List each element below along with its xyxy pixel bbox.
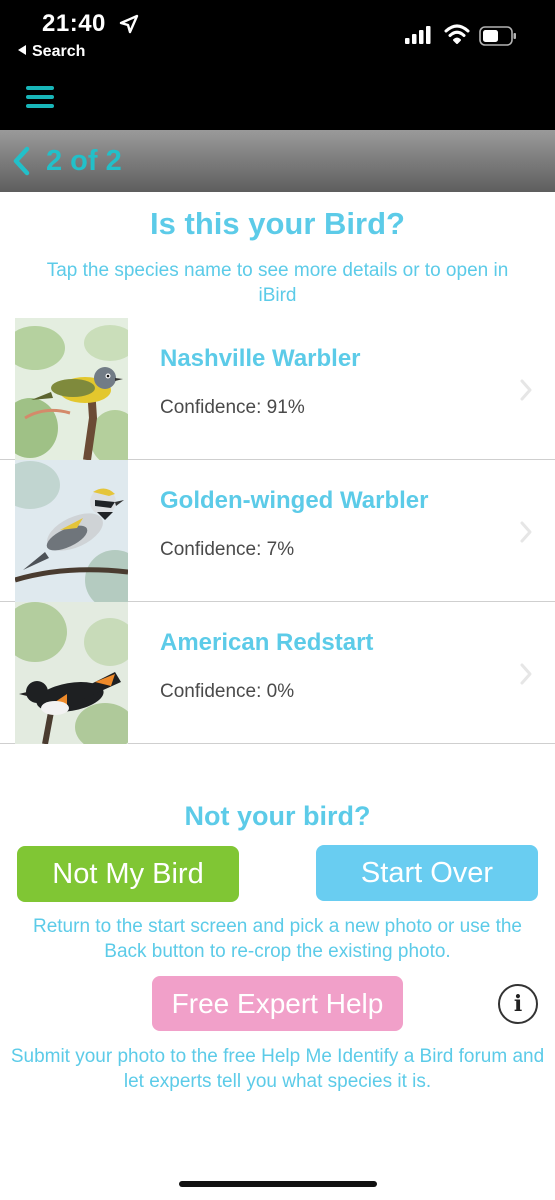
chevron-right-icon	[520, 379, 532, 401]
not-my-bird-button[interactable]: Not My Bird	[17, 846, 239, 902]
wifi-icon	[444, 24, 470, 44]
chevron-right-icon	[520, 521, 532, 543]
list-item-golden-winged-warbler[interactable]: Golden-winged Warbler Confidence: 7%	[0, 460, 555, 602]
back-to-search-label: Search	[32, 43, 86, 60]
bird-thumbnail	[15, 460, 128, 602]
not-your-bird-heading: Not your bird?	[184, 801, 371, 831]
confidence-value: Confidence: 91%	[160, 397, 305, 418]
confidence-value: Confidence: 7%	[160, 539, 295, 560]
chevron-left-icon	[13, 146, 30, 176]
page-indicator: 2 of 2	[46, 144, 122, 177]
expert-help-description: Submit your photo to the free Help Me Id…	[10, 1046, 545, 1092]
back-button[interactable]: 2 of 2	[12, 142, 122, 180]
chevron-right-icon	[520, 663, 532, 685]
app-bar	[0, 70, 555, 130]
page-title: Is this your Bird?	[150, 206, 405, 241]
bird-thumbnail	[15, 602, 128, 744]
navigation-bar: 2 of 2	[0, 130, 555, 192]
back-triangle-icon	[18, 45, 26, 55]
info-icon[interactable]: i	[498, 984, 538, 1024]
signal-icon	[405, 26, 431, 44]
battery-icon	[479, 26, 516, 46]
list-item-american-redstart[interactable]: American Redstart Confidence: 0%	[0, 602, 555, 744]
hamburger-menu-icon[interactable]	[26, 86, 54, 110]
start-over-button[interactable]: Start Over	[316, 845, 538, 901]
species-name[interactable]: American Redstart	[160, 629, 373, 657]
species-name[interactable]: Nashville Warbler	[160, 345, 361, 373]
list-item-nashville-warbler[interactable]: Nashville Warbler Confidence: 91%	[0, 318, 555, 460]
return-instructions: Return to the start screen and pick a ne…	[32, 916, 522, 962]
status-bar: 21:40 Search	[0, 0, 555, 70]
back-to-search-link[interactable]: Search	[18, 43, 85, 61]
species-name[interactable]: Golden-winged Warbler	[160, 487, 428, 515]
species-results-list: Nashville Warbler Confidence: 91% Golden…	[0, 318, 555, 744]
free-expert-help-button[interactable]: Free Expert Help	[152, 976, 403, 1031]
location-arrow-icon	[119, 14, 139, 34]
bird-thumbnail	[15, 318, 128, 460]
confidence-value: Confidence: 0%	[160, 681, 295, 702]
status-time: 21:40	[42, 10, 106, 37]
home-indicator[interactable]	[179, 1181, 377, 1187]
page-subtitle: Tap the species name to see more details…	[46, 260, 509, 306]
